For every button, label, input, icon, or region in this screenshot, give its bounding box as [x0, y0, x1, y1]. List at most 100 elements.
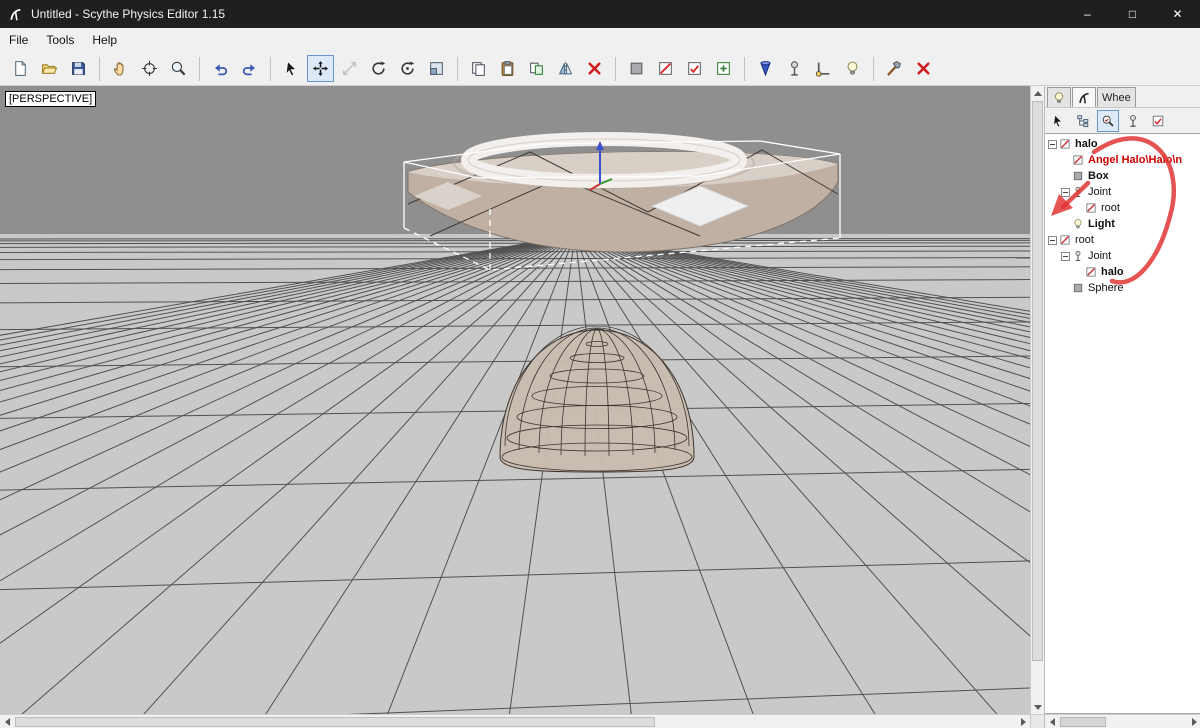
- tree-node-label: Sphere: [1088, 282, 1124, 294]
- viewport-canvas[interactable]: [0, 86, 1030, 714]
- scene-tree[interactable]: halo Angel Halo\Halo\n Box Joint root Light ro…: [1045, 133, 1200, 714]
- square-red-icon: [1059, 234, 1071, 246]
- vertical-scrollbar[interactable]: [1030, 86, 1045, 714]
- tree-node-label: Joint: [1088, 250, 1112, 262]
- mirror-button[interactable]: [552, 55, 579, 82]
- titlebar: Untitled - Scythe Physics Editor 1.15 – …: [0, 0, 1200, 28]
- select-button[interactable]: [278, 55, 305, 82]
- add-light-button[interactable]: [839, 55, 866, 82]
- minimize-button[interactable]: –: [1065, 0, 1110, 28]
- new-button[interactable]: [7, 55, 34, 82]
- redo-button[interactable]: [236, 55, 263, 82]
- copy-button[interactable]: [465, 55, 492, 82]
- scroll-left-button[interactable]: [0, 715, 14, 728]
- vertical-scrollbar-thumb[interactable]: [1032, 101, 1043, 661]
- snap-button[interactable]: [423, 55, 450, 82]
- tree-node-root[interactable]: root: [1045, 232, 1200, 248]
- expander-icon[interactable]: [1048, 235, 1057, 245]
- tree-node-halo[interactable]: halo: [1045, 264, 1200, 280]
- tree-node-label: root: [1075, 234, 1094, 246]
- tree-node-halo[interactable]: halo: [1045, 136, 1200, 152]
- tab-scene[interactable]: [1072, 87, 1096, 107]
- cone-icon: [757, 60, 774, 77]
- rotate1-icon: [370, 60, 387, 77]
- square-red-icon: [657, 60, 674, 77]
- expander-icon[interactable]: [1048, 139, 1057, 149]
- joints-tool-button[interactable]: [1122, 110, 1144, 132]
- add-cone-button[interactable]: [752, 55, 779, 82]
- add-node-button[interactable]: [710, 55, 737, 82]
- square-icon: [1072, 282, 1084, 294]
- select-tool-button[interactable]: [1047, 110, 1069, 132]
- horizontal-scrollbar[interactable]: [0, 714, 1030, 728]
- tree-node-sphere[interactable]: Sphere: [1045, 280, 1200, 296]
- undo-button[interactable]: [207, 55, 234, 82]
- meshes-tool-button[interactable]: [1147, 110, 1169, 132]
- delete-button[interactable]: [581, 55, 608, 82]
- toolbar: [0, 52, 1200, 86]
- remove-button[interactable]: [910, 55, 937, 82]
- add-mesh-button[interactable]: [652, 55, 679, 82]
- bulb-icon: [844, 60, 861, 77]
- tree-node-joint[interactable]: Joint: [1045, 184, 1200, 200]
- panel-scroll-right-button[interactable]: [1187, 715, 1200, 728]
- open-button[interactable]: [36, 55, 63, 82]
- rotate-button[interactable]: [394, 55, 421, 82]
- tree-node-label: halo: [1101, 266, 1124, 278]
- tab-lights[interactable]: [1047, 87, 1071, 107]
- menu-item-file[interactable]: File: [0, 28, 37, 52]
- wrenchmag-icon: [1101, 114, 1115, 128]
- tree-node-light[interactable]: Light: [1045, 216, 1200, 232]
- build-button[interactable]: [881, 55, 908, 82]
- mirror-icon: [557, 60, 574, 77]
- square-icon: [1072, 170, 1084, 182]
- tree-node-label: Joint: [1088, 186, 1112, 198]
- paste-button[interactable]: [494, 55, 521, 82]
- toolbar-separator: [270, 56, 271, 81]
- square-red-icon: [1085, 266, 1097, 278]
- add-joint-axis-button[interactable]: [810, 55, 837, 82]
- page-icon: [12, 60, 29, 77]
- panel-scroll-left-button[interactable]: [1045, 715, 1059, 728]
- tree-node-root[interactable]: root: [1045, 200, 1200, 216]
- tab-wheel[interactable]: Whee: [1097, 87, 1136, 107]
- add-collision-button[interactable]: [681, 55, 708, 82]
- scroll-up-button[interactable]: [1031, 86, 1045, 100]
- inspect-tool-button[interactable]: [1097, 109, 1119, 132]
- close-button[interactable]: ✕: [1155, 0, 1200, 28]
- scroll-right-button[interactable]: [1016, 715, 1030, 728]
- menu-item-help[interactable]: Help: [83, 28, 126, 52]
- menu-item-tools[interactable]: Tools: [37, 28, 83, 52]
- cursor-icon: [283, 60, 300, 77]
- panel-horizontal-scrollbar[interactable]: [1045, 714, 1200, 728]
- add-box-button[interactable]: [623, 55, 650, 82]
- viewport-3d[interactable]: [PERSPECTIVE]: [0, 86, 1030, 714]
- tree-node-joint[interactable]: Joint: [1045, 248, 1200, 264]
- scroll-down-icon: [1034, 704, 1042, 710]
- maximize-button[interactable]: □: [1110, 0, 1155, 28]
- clone-button[interactable]: [523, 55, 550, 82]
- pan-button[interactable]: [107, 55, 134, 82]
- expander-icon[interactable]: [1061, 251, 1070, 261]
- joint-icon: [1126, 114, 1140, 128]
- hand-icon: [112, 60, 129, 77]
- rotate-free-button[interactable]: [365, 55, 392, 82]
- toolbar-separator: [457, 56, 458, 81]
- horizontal-scrollbar-thumb[interactable]: [15, 717, 655, 727]
- add-joint-button[interactable]: [781, 55, 808, 82]
- tree-node-box[interactable]: Box: [1045, 168, 1200, 184]
- hierarchy-tool-button[interactable]: [1072, 110, 1094, 132]
- zoom-button[interactable]: [165, 55, 192, 82]
- square-red-icon: [1059, 138, 1071, 150]
- tree-node-label: Light: [1088, 218, 1115, 230]
- tree-node-angel-halo-halo-n[interactable]: Angel Halo\Halo\n: [1045, 152, 1200, 168]
- square-check-icon: [686, 60, 703, 77]
- viewport-mode-label: [PERSPECTIVE]: [5, 91, 97, 107]
- move-button[interactable]: [307, 55, 334, 82]
- panel-scrollbar-thumb[interactable]: [1060, 717, 1106, 727]
- scroll-down-button[interactable]: [1031, 700, 1045, 714]
- focus-camera-button[interactable]: [136, 55, 163, 82]
- save-button[interactable]: [65, 55, 92, 82]
- app-icon: [8, 7, 23, 22]
- expander-icon[interactable]: [1061, 187, 1070, 197]
